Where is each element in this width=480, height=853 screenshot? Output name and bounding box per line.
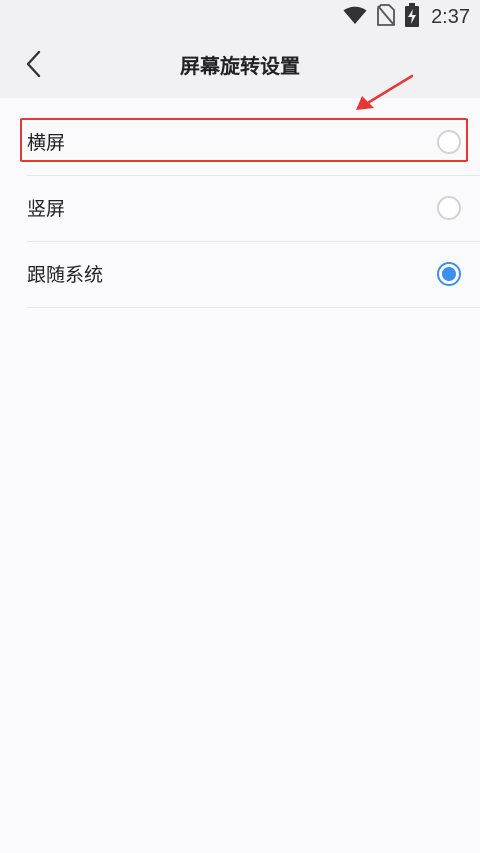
option-label: 跟随系统 <box>27 264 104 286</box>
radio-button[interactable] <box>437 196 461 220</box>
radio-button[interactable] <box>437 130 461 154</box>
rotation-options-list: 横屏 竖屏 跟随系统 <box>0 110 480 308</box>
option-follow-system[interactable]: 跟随系统 <box>27 242 480 308</box>
page-title: 屏幕旋转设置 <box>180 54 300 78</box>
no-sim-icon <box>377 4 395 30</box>
header-bar: 屏幕旋转设置 <box>0 34 480 98</box>
option-label: 横屏 <box>27 132 66 154</box>
battery-charging-icon <box>405 3 420 31</box>
radio-button-selected[interactable] <box>437 262 461 286</box>
status-icons: 2:37 <box>343 0 470 34</box>
status-bar: 2:37 <box>0 0 480 34</box>
option-label: 竖屏 <box>27 198 66 220</box>
option-portrait[interactable]: 竖屏 <box>27 176 480 242</box>
status-time: 2:37 <box>431 5 470 28</box>
wifi-icon <box>343 5 367 29</box>
option-landscape[interactable]: 横屏 <box>27 110 480 176</box>
